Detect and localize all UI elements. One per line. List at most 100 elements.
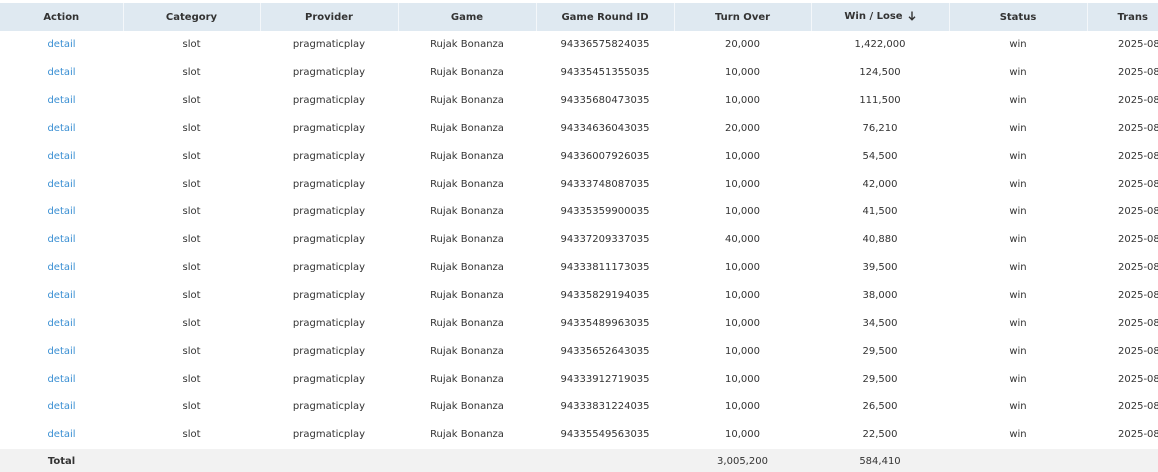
cell-win-lose: 76,210: [862, 122, 898, 134]
cell-game-round-id: 94333912719035: [560, 373, 650, 385]
transactions-table: Action Category Provider Game Game Round…: [0, 0, 1158, 472]
cell-trans: 2025-08-: [1118, 429, 1158, 441]
header-provider[interactable]: Provider: [260, 1, 399, 31]
cell-game-round-id: 94335652643035: [560, 345, 650, 357]
cell-win-lose: 40,880: [862, 234, 898, 246]
cell-game-round-id: 94335359900035: [560, 206, 650, 218]
header-row: Action Category Provider Game Game Round…: [0, 1, 1158, 31]
total-win-lose: 584,410: [811, 448, 949, 472]
table-footer: Total 3,005,200 584,410: [0, 448, 1158, 472]
detail-link[interactable]: detail: [47, 374, 75, 385]
cell-action: detail: [0, 142, 123, 170]
cell-status: win: [1009, 317, 1027, 329]
cell-trans: 2025-08-: [1118, 317, 1158, 329]
cell-turn-over: 10,000: [725, 95, 760, 107]
table-row: detail slot pragmaticplay Rujak Bonanza 9433…: [0, 421, 1158, 449]
detail-link[interactable]: detail: [47, 234, 75, 245]
cell-game: Rujak Bonanza: [430, 67, 504, 79]
cell-game: Rujak Bonanza: [430, 317, 504, 329]
header-turn-over[interactable]: Turn Over: [674, 1, 812, 31]
total-empty-cell: [123, 448, 260, 472]
header-win-lose[interactable]: Win / Lose: [811, 1, 950, 31]
cell-win-lose: 22,500: [862, 429, 898, 441]
cell-game: Rujak Bonanza: [430, 234, 504, 246]
cell-game-round-id: 94335549563035: [560, 429, 650, 441]
detail-link[interactable]: detail: [47, 151, 75, 162]
cell-game-round-id: 94336575824035: [560, 39, 650, 51]
cell-category: slot: [182, 234, 201, 246]
detail-link[interactable]: detail: [47, 429, 75, 440]
cell-provider: pragmaticplay: [292, 122, 366, 134]
cell-game: Rujak Bonanza: [430, 178, 504, 190]
cell-provider: pragmaticplay: [292, 429, 366, 441]
cell-turn-over: 10,000: [725, 150, 760, 162]
cell-provider: pragmaticplay: [292, 262, 366, 274]
detail-link[interactable]: detail: [47, 346, 75, 357]
cell-status: win: [1009, 67, 1027, 79]
cell-turn-over: 10,000: [725, 345, 760, 357]
table-body: detail slot pragmaticplay Rujak Bonanza 9433…: [0, 31, 1158, 449]
detail-link[interactable]: detail: [47, 401, 75, 412]
cell-status: win: [1009, 178, 1027, 190]
transactions-table-container[interactable]: Action Category Provider Game Game Round…: [0, 0, 1158, 472]
cell-status: win: [1009, 150, 1027, 162]
cell-trans: 2025-08-: [1118, 290, 1158, 302]
cell-game: Rujak Bonanza: [430, 206, 504, 218]
total-label: Total: [0, 448, 123, 472]
cell-status: win: [1009, 373, 1027, 385]
cell-action: detail: [0, 31, 123, 59]
header-action[interactable]: Action: [0, 1, 124, 31]
cell-trans: 2025-08-: [1118, 178, 1158, 190]
header-game-round-id[interactable]: Game Round ID: [536, 1, 675, 31]
detail-link[interactable]: detail: [47, 318, 75, 329]
header-category[interactable]: Category: [123, 1, 261, 31]
cell-provider: pragmaticplay: [292, 95, 366, 107]
cell-game-round-id: 94333748087035: [560, 178, 650, 190]
cell-action: detail: [0, 282, 123, 310]
cell-trans: 2025-08-: [1118, 234, 1158, 246]
detail-link[interactable]: detail: [47, 39, 75, 50]
cell-category: slot: [182, 206, 201, 218]
table-row: detail slot pragmaticplay Rujak Bonanza 9433…: [0, 393, 1158, 421]
header-game[interactable]: Game: [398, 1, 537, 31]
cell-action: detail: [0, 254, 123, 282]
cell-provider: pragmaticplay: [292, 150, 366, 162]
cell-action: detail: [0, 226, 123, 254]
detail-link[interactable]: detail: [47, 67, 75, 78]
detail-link[interactable]: detail: [47, 95, 75, 106]
cell-game-round-id: 94335680473035: [560, 95, 650, 107]
total-empty-cell: [949, 448, 1087, 472]
detail-link[interactable]: detail: [47, 206, 75, 217]
cell-action: detail: [0, 59, 123, 87]
cell-game: Rujak Bonanza: [430, 95, 504, 107]
total-empty-cell: [536, 448, 674, 472]
cell-action: detail: [0, 170, 123, 198]
cell-trans: 2025-08-: [1118, 373, 1158, 385]
cell-game-round-id: 94335489963035: [560, 317, 650, 329]
cell-provider: pragmaticplay: [292, 317, 366, 329]
cell-game: Rujak Bonanza: [430, 39, 504, 51]
cell-game: Rujak Bonanza: [430, 122, 504, 134]
header-status[interactable]: Status: [949, 1, 1088, 31]
detail-link[interactable]: detail: [47, 290, 75, 301]
header-trans[interactable]: Trans: [1087, 1, 1158, 31]
cell-status: win: [1009, 429, 1027, 441]
cell-provider: pragmaticplay: [292, 373, 366, 385]
cell-category: slot: [182, 373, 201, 385]
detail-link[interactable]: detail: [47, 262, 75, 273]
table-row: detail slot pragmaticplay Rujak Bonanza 9433…: [0, 254, 1158, 282]
table-row: detail slot pragmaticplay Rujak Bonanza 9433…: [0, 142, 1158, 170]
detail-link[interactable]: detail: [47, 123, 75, 134]
cell-trans: 2025-08-: [1118, 39, 1158, 51]
table-row: detail slot pragmaticplay Rujak Bonanza 9433…: [0, 31, 1158, 59]
cell-trans: 2025-08-: [1118, 122, 1158, 134]
cell-game: Rujak Bonanza: [430, 345, 504, 357]
cell-category: slot: [182, 317, 201, 329]
cell-category: slot: [182, 39, 201, 51]
cell-category: slot: [182, 262, 201, 274]
detail-link[interactable]: detail: [47, 179, 75, 190]
header-win-lose-label: Win / Lose: [844, 10, 903, 22]
cell-win-lose: 39,500: [862, 262, 898, 274]
cell-status: win: [1009, 262, 1027, 274]
cell-trans: 2025-08-: [1118, 95, 1158, 107]
